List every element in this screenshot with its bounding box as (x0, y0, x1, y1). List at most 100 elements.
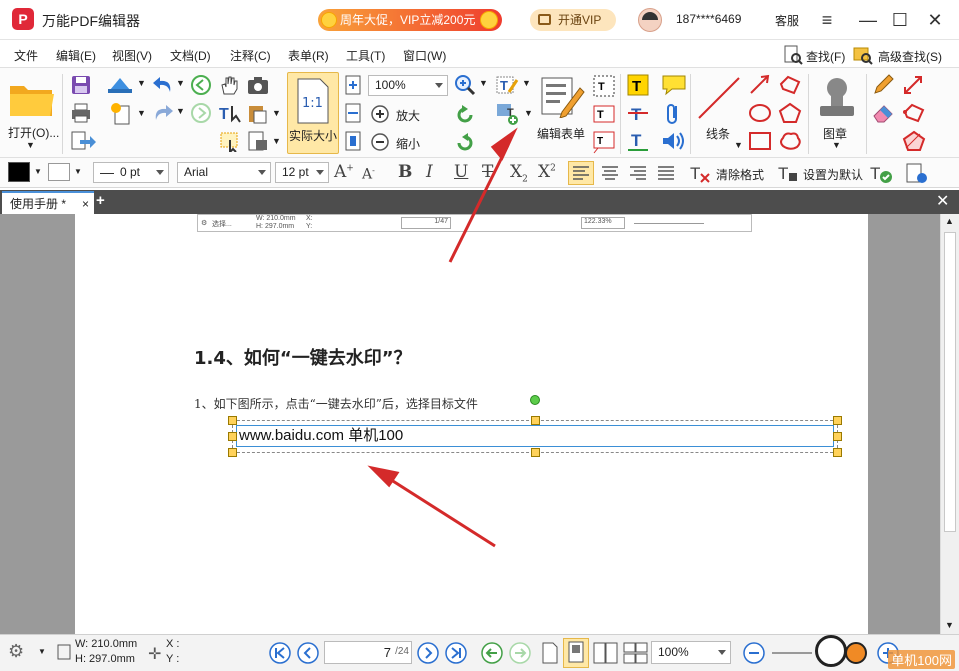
hamburger-icon[interactable]: ≡ (815, 8, 839, 32)
resize-handle[interactable] (228, 432, 237, 441)
zoom-in-icon[interactable] (370, 104, 390, 124)
menu-view[interactable]: 视图(V) (112, 47, 152, 64)
increase-font-size-icon[interactable]: A+ (334, 162, 354, 182)
cloud-tool-icon[interactable] (778, 130, 802, 152)
find-button[interactable]: 查找(F) (806, 48, 845, 65)
single-page-icon[interactable] (540, 641, 560, 665)
paste-dropdown-icon[interactable]: ▼ (272, 108, 281, 118)
resize-handle[interactable] (531, 448, 540, 457)
fit-width-icon[interactable] (344, 102, 362, 124)
tab-user-manual[interactable]: 使用手册 * × (2, 191, 94, 214)
pencil-icon[interactable] (872, 74, 896, 96)
editable-text-field[interactable]: www.baidu.com 单机100 (236, 425, 834, 447)
eraser-icon[interactable] (872, 102, 896, 124)
resize-handle[interactable] (228, 416, 237, 425)
avatar[interactable] (638, 8, 662, 32)
open-dropdown-icon[interactable]: ▼ (26, 140, 35, 150)
align-left-button[interactable] (568, 161, 594, 185)
new-dropdown-icon[interactable]: ▼ (137, 108, 146, 118)
open-folder-icon[interactable] (8, 76, 56, 120)
tab-close-icon[interactable]: × (82, 193, 89, 215)
next-view-icon[interactable] (190, 102, 212, 124)
facing-pages-icon[interactable] (592, 641, 620, 665)
italic-icon[interactable]: I (426, 162, 433, 182)
status-zoom-out-icon[interactable] (742, 641, 766, 665)
service-link[interactable]: 客服 (775, 12, 799, 29)
undo-icon[interactable] (150, 74, 176, 96)
text-color-swatch[interactable] (8, 162, 30, 182)
back-icon[interactable] (480, 641, 504, 665)
promo-banner[interactable]: 周年大促，VIP立减200元 (318, 9, 502, 31)
measure-perimeter-icon[interactable] (902, 102, 926, 124)
advanced-find-button[interactable]: 高级查找(S) (878, 48, 942, 65)
select-area-icon[interactable] (218, 130, 242, 152)
scroll-down-icon[interactable]: ▼ (945, 620, 954, 630)
superscript-icon[interactable]: X2 (538, 162, 556, 182)
rotate-handle[interactable] (530, 395, 540, 405)
bold-icon[interactable]: B (398, 162, 412, 182)
scroll-thumb[interactable] (944, 232, 956, 532)
user-phone[interactable]: 187****6469 (676, 12, 741, 26)
text-box-icon[interactable]: T (592, 102, 616, 126)
page-number-field[interactable]: 7 /24 (324, 641, 412, 664)
first-page-icon[interactable] (268, 641, 292, 665)
clear-format-icon[interactable]: T (688, 162, 712, 184)
redo-icon[interactable] (150, 102, 176, 124)
resize-handle[interactable] (228, 448, 237, 457)
export-icon[interactable] (70, 130, 100, 152)
stamp-icon[interactable] (814, 72, 860, 122)
edit-form-icon[interactable] (538, 74, 586, 118)
continuous-page-button[interactable] (563, 638, 589, 668)
scan-icon[interactable] (106, 74, 134, 96)
vip-button[interactable]: 开通VIP (530, 9, 616, 31)
redo-dropdown-icon[interactable]: ▼ (176, 106, 185, 116)
note-icon[interactable] (661, 74, 687, 96)
hand-tool-icon[interactable] (218, 74, 240, 96)
fit-visible-icon[interactable] (344, 130, 362, 152)
save-icon[interactable] (70, 74, 92, 96)
strikethrough-text-icon[interactable]: T (627, 102, 649, 124)
resize-handle[interactable] (833, 432, 842, 441)
paste-icon[interactable] (246, 102, 270, 124)
resize-handle[interactable] (833, 416, 842, 425)
rotate-left-icon[interactable] (454, 104, 476, 126)
scroll-up-icon[interactable]: ▲ (945, 216, 954, 226)
measure-area-icon[interactable] (902, 130, 926, 152)
highlight-text-icon[interactable]: T (627, 74, 649, 96)
magnifier-dropdown-icon[interactable]: ▼ (479, 78, 488, 88)
edit-form-label[interactable]: 编辑表单 (537, 125, 585, 142)
open-label[interactable]: 打开(O)... (8, 124, 59, 141)
polyline-tool-icon[interactable] (778, 74, 802, 96)
next-page-icon[interactable] (416, 641, 440, 665)
previous-page-icon[interactable] (296, 641, 320, 665)
callout-icon[interactable]: T (592, 130, 616, 154)
close-button[interactable]: ✕ (923, 8, 947, 32)
sound-icon[interactable] (661, 130, 687, 152)
zoom-out-label[interactable]: 缩小 (396, 135, 420, 152)
close-all-tabs-icon[interactable]: ✕ (936, 191, 949, 211)
undo-dropdown-icon[interactable]: ▼ (176, 78, 185, 88)
add-text-icon[interactable]: T (495, 102, 521, 126)
font-size-select[interactable]: 12 pt (275, 162, 329, 183)
format-settings-icon[interactable] (904, 162, 930, 184)
previous-view-icon[interactable] (190, 74, 212, 96)
rectangle-tool-icon[interactable] (748, 130, 772, 152)
menu-comment[interactable]: 注释(C) (230, 47, 271, 64)
settings-dropdown-icon[interactable]: ▼ (38, 647, 46, 656)
menu-document[interactable]: 文档(D) (170, 47, 211, 64)
menu-form[interactable]: 表单(R) (288, 47, 329, 64)
edit-text-dropdown-icon[interactable]: ▼ (522, 78, 531, 88)
add-text-dropdown-icon[interactable]: ▼ (524, 108, 533, 118)
clear-format-label[interactable]: 清除格式 (716, 166, 764, 183)
continuous-facing-icon[interactable] (622, 641, 650, 665)
menu-tools[interactable]: 工具(T) (346, 47, 385, 64)
actual-size-button[interactable]: 1:1 实际大小 (287, 72, 339, 154)
subscript-icon[interactable]: X2 (510, 162, 528, 184)
settings-gear-icon[interactable]: ⚙ (8, 641, 24, 662)
text-color-dropdown-icon[interactable]: ▼ (34, 167, 42, 176)
fill-color-dropdown-icon[interactable]: ▼ (74, 167, 82, 176)
select-text-icon[interactable]: T (218, 102, 244, 124)
lines-dropdown-icon[interactable]: ▼ (734, 140, 743, 150)
zoom-slider-track[interactable] (772, 652, 812, 654)
stamp-dropdown-icon[interactable]: ▼ (832, 140, 841, 150)
